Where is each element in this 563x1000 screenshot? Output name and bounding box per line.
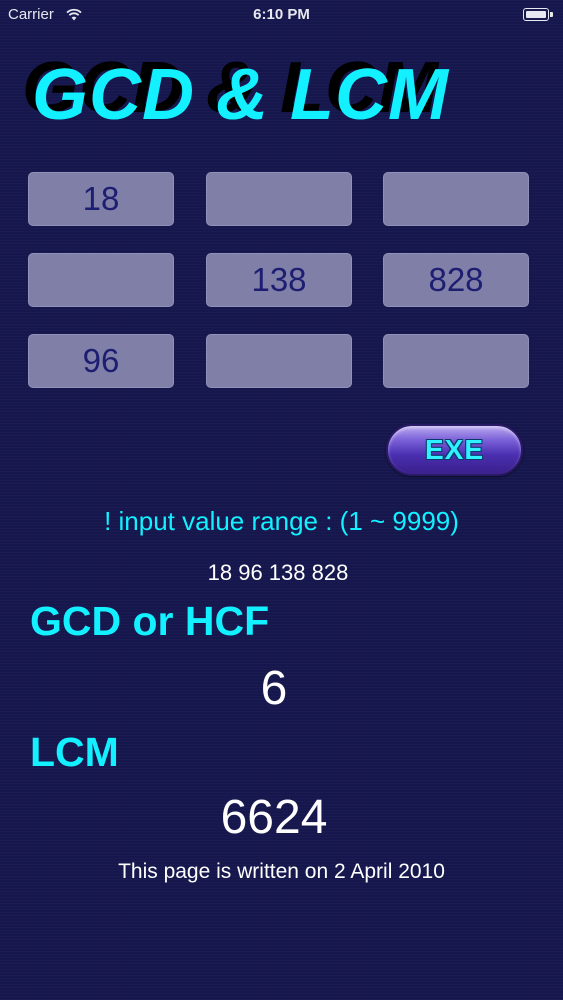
exe-button[interactable]: EXE xyxy=(386,424,523,476)
number-field-3[interactable] xyxy=(383,172,529,226)
number-field-8[interactable] xyxy=(206,334,352,388)
battery-nub xyxy=(550,12,553,17)
number-field-6[interactable]: 828 xyxy=(383,253,529,307)
input-range-note: ! input value range : (1 ~ 9999) xyxy=(104,506,459,536)
number-field-2[interactable] xyxy=(206,172,352,226)
number-input-grid: 18 138 828 96 xyxy=(28,172,530,390)
app-title: GCD & LCM xyxy=(32,55,449,135)
clock: 6:10 PM xyxy=(253,6,310,23)
status-bar: Carrier 6:10 PM xyxy=(0,0,563,30)
battery-icon xyxy=(523,8,553,21)
battery-fill xyxy=(526,11,546,18)
gcd-result: 6 xyxy=(260,662,288,715)
number-field-5[interactable]: 138 xyxy=(206,253,352,307)
lcm-result: 6624 xyxy=(220,791,328,844)
number-field-7[interactable]: 96 xyxy=(28,334,174,388)
number-field-9[interactable] xyxy=(383,334,529,388)
lcm-label: LCM xyxy=(30,729,119,775)
footer-note: This page is written on 2 April 2010 xyxy=(118,860,445,883)
number-field-4[interactable] xyxy=(28,253,174,307)
entered-values: 18 96 138 828 xyxy=(207,560,349,585)
number-field-1[interactable]: 18 xyxy=(28,172,174,226)
gcd-label: GCD or HCF xyxy=(30,598,270,644)
